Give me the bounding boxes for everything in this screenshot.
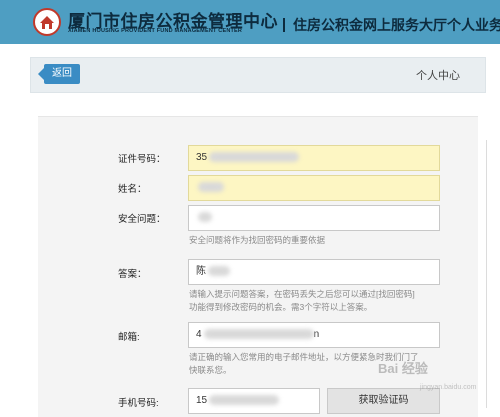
answer-value: 陈 [196, 266, 206, 277]
email-value: 4 [196, 329, 202, 340]
redaction-blur [203, 329, 314, 340]
redaction-blur [209, 152, 300, 163]
service-title: 住房公积金网上服务大厅个人业务 [293, 17, 500, 33]
watermark-url: jingyan.baidu.com [420, 384, 477, 391]
email-label: 邮箱: [118, 332, 140, 343]
security-question-hint: 安全问题将作为找回密码的重要依据 [189, 235, 326, 245]
name-field[interactable] [188, 175, 440, 201]
redaction-blur [209, 395, 280, 406]
answer-label: 答案： [118, 269, 147, 280]
watermark: Bai 经验 [378, 361, 428, 376]
id-number-field[interactable]: 35 [188, 145, 440, 171]
house-logo-icon [33, 8, 61, 36]
get-sms-code-button[interactable]: 获取验证码 [327, 388, 440, 414]
panel-divider [486, 140, 487, 408]
email-field[interactable]: 4n [188, 322, 440, 348]
redaction-blur [208, 266, 230, 277]
answer-hint-line-2: 功能得到修改密码的机会。需3个字符以上答案。 [189, 302, 373, 312]
phone-value: 15 [196, 395, 208, 406]
answer-hint-line-1: 请输入提示问题答案，在密码丢失之后您可以通过[找回密码] [189, 289, 415, 299]
back-button[interactable]: 返回 [38, 64, 80, 84]
email-value-suffix: n [313, 329, 320, 340]
security-question-field[interactable] [188, 205, 440, 231]
id-number-value: 35 [196, 152, 208, 163]
header-divider [283, 18, 285, 32]
name-label: 姓名： [118, 184, 147, 195]
redaction-blur [198, 212, 212, 223]
id-number-label: 证件号码： [118, 154, 166, 165]
phone-label: 手机号码: [118, 398, 159, 409]
answer-field[interactable]: 陈 [188, 259, 440, 285]
email-hint-line-2: 快联系您。 [189, 365, 232, 375]
org-name-en: XIAMEN HOUSING PROVIDENT FUND MANAGEMENT… [68, 28, 243, 34]
page-title: 个人中心 [416, 70, 460, 82]
security-question-label: 安全问题： [118, 214, 166, 225]
redaction-blur [198, 182, 224, 193]
phone-field[interactable]: 15 [188, 388, 320, 414]
